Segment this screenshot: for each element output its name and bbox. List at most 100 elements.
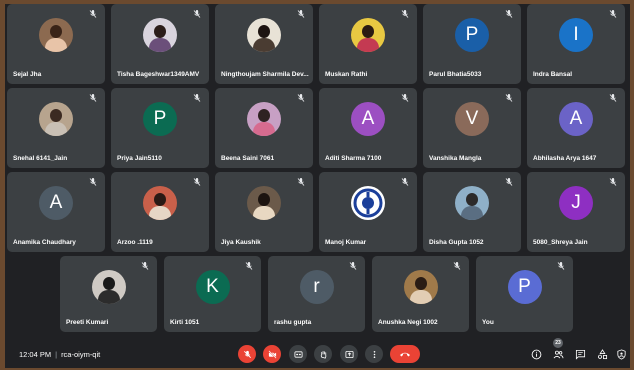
- participant-tile[interactable]: Arzoo .1119: [111, 172, 209, 252]
- leave-call-button[interactable]: [390, 345, 420, 363]
- participant-tile[interactable]: Manoj Kumar: [319, 172, 417, 252]
- participant-name: Beena Saini 7061: [221, 155, 275, 162]
- chat-icon: [575, 349, 585, 360]
- tile-row: A Anamika Chaudhary Arzoo .1119 Jiya Kaushi…: [5, 172, 630, 252]
- avatar-photo: [403, 270, 438, 304]
- mic-muted-icon: [89, 178, 97, 186]
- avatar: r: [299, 270, 334, 304]
- host-controls-button[interactable]: [613, 346, 629, 362]
- mic-off-button[interactable]: [238, 345, 256, 363]
- mic-muted-icon: [505, 178, 513, 186]
- photo-body: [45, 38, 67, 52]
- participant-tile[interactable]: J 5080_Shreya Jain: [527, 172, 625, 252]
- avatar: P: [143, 102, 177, 136]
- participant-tile[interactable]: I Indra Bansal: [527, 4, 625, 84]
- participant-name: Jiya Kaushik: [221, 239, 261, 246]
- avatar-photo: [247, 102, 281, 136]
- raise-hand-button[interactable]: [314, 345, 332, 363]
- avatar: P: [455, 18, 489, 52]
- participant-tile[interactable]: Tisha Bageshwar1349AMV: [111, 4, 209, 84]
- mic-muted-icon: [245, 262, 253, 270]
- participant-tile[interactable]: P You: [476, 256, 573, 332]
- participant-tile[interactable]: V Vanshika Mangla: [423, 88, 521, 168]
- participant-tile[interactable]: A Aditi Sharma 7100: [319, 88, 417, 168]
- mic-muted-icon: [557, 262, 565, 270]
- participant-tile[interactable]: P Priya Jain5110: [111, 88, 209, 168]
- participant-name: Tisha Bageshwar1349AMV: [117, 71, 200, 78]
- chat-button[interactable]: [572, 346, 588, 362]
- participant-name: Vanshika Mangla: [429, 155, 482, 162]
- participant-tile[interactable]: Preeti Kumari: [60, 256, 157, 332]
- participant-name: Arzoo .1119: [117, 239, 153, 246]
- mic-muted-icon: [609, 178, 617, 186]
- participant-name: Kirti 1051: [170, 319, 200, 326]
- mic-muted-icon: [609, 10, 617, 18]
- participant-name: Abhilasha Arya 1647: [533, 155, 597, 162]
- participant-name: Parul Bhatia5033: [429, 71, 482, 78]
- avatar-letter: J: [571, 192, 581, 213]
- participant-tile[interactable]: A Abhilasha Arya 1647: [527, 88, 625, 168]
- people-button[interactable]: 23: [550, 338, 566, 362]
- avatar-letter: r: [313, 276, 320, 297]
- meeting-details-button[interactable]: [528, 346, 544, 362]
- avatar-letter: A: [361, 108, 375, 129]
- avatar-photo: [91, 270, 126, 304]
- avatar-letter: I: [573, 24, 579, 45]
- camera-off-button[interactable]: [263, 345, 281, 363]
- present-button[interactable]: [340, 345, 358, 363]
- captions-icon: [293, 350, 303, 358]
- participant-name: Ningthoujam Sharmila Dev...: [221, 71, 309, 78]
- photo-body: [253, 38, 275, 52]
- mic-muted-icon: [453, 262, 461, 270]
- participant-tile[interactable]: r rashu gupta: [268, 256, 365, 332]
- participant-tile[interactable]: A Anamika Chaudhary: [7, 172, 105, 252]
- avatar: A: [351, 102, 385, 136]
- participant-tile[interactable]: Sejal Jha: [7, 4, 105, 84]
- photo-body: [97, 290, 120, 304]
- participant-tile[interactable]: Beena Saini 7061: [215, 88, 313, 168]
- photo-head: [154, 193, 166, 206]
- mic-muted-icon: [297, 94, 305, 102]
- mic-muted-icon: [609, 94, 617, 102]
- participant-tile[interactable]: Jiya Kaushik: [215, 172, 313, 252]
- participant-tile[interactable]: Snehal 6141_Jain: [7, 88, 105, 168]
- avatar: V: [455, 102, 489, 136]
- meeting-time: 12:04 PM: [19, 350, 52, 359]
- avatar-photo: [455, 186, 489, 220]
- avatar-photo: [143, 18, 177, 52]
- activities-button[interactable]: [594, 346, 610, 362]
- participant-tile[interactable]: Ningthoujam Sharmila Dev...: [215, 4, 313, 84]
- meeting-info: 12:04 PM | rca-oiym-qit: [19, 350, 100, 359]
- phone-hangup-icon: [400, 352, 410, 357]
- info-icon: [531, 349, 541, 359]
- participant-tile[interactable]: Anushka Negi 1002: [372, 256, 469, 332]
- participant-tile[interactable]: K Kirti 1051: [164, 256, 261, 332]
- photo-body: [45, 122, 67, 136]
- avatar-photo: [247, 186, 281, 220]
- participant-name: Aditi Sharma 7100: [325, 155, 382, 162]
- captions-button[interactable]: [289, 345, 307, 363]
- mic-muted-icon: [297, 178, 305, 186]
- mic-muted-icon: [193, 94, 201, 102]
- mic-muted-icon: [401, 94, 409, 102]
- photo-body: [253, 206, 275, 220]
- photo-head: [258, 25, 270, 38]
- avatar-letter: A: [49, 192, 63, 213]
- photo-head: [102, 277, 115, 290]
- photo-body: [253, 122, 275, 136]
- more-vert-icon: [373, 350, 375, 358]
- avatar-letter: P: [153, 108, 167, 129]
- avatar-letter: P: [465, 24, 479, 45]
- participant-name: Anushka Negi 1002: [378, 319, 438, 326]
- participant-tile[interactable]: Muskan Rathi: [319, 4, 417, 84]
- participant-tile[interactable]: Disha Gupta 1052: [423, 172, 521, 252]
- camera-off-icon: [267, 349, 277, 359]
- participant-name: Sejal Jha: [13, 71, 42, 78]
- participant-name: Priya Jain5110: [117, 155, 162, 162]
- participant-tile[interactable]: P Parul Bhatia5033: [423, 4, 521, 84]
- meeting-stage: Sejal Jha Tisha Bageshwar1349AMV Ningthouj…: [5, 4, 630, 368]
- mic-muted-icon: [141, 262, 149, 270]
- mic-muted-icon: [89, 94, 97, 102]
- meeting-info-separator: |: [55, 350, 58, 359]
- more-options-button[interactable]: [365, 345, 383, 363]
